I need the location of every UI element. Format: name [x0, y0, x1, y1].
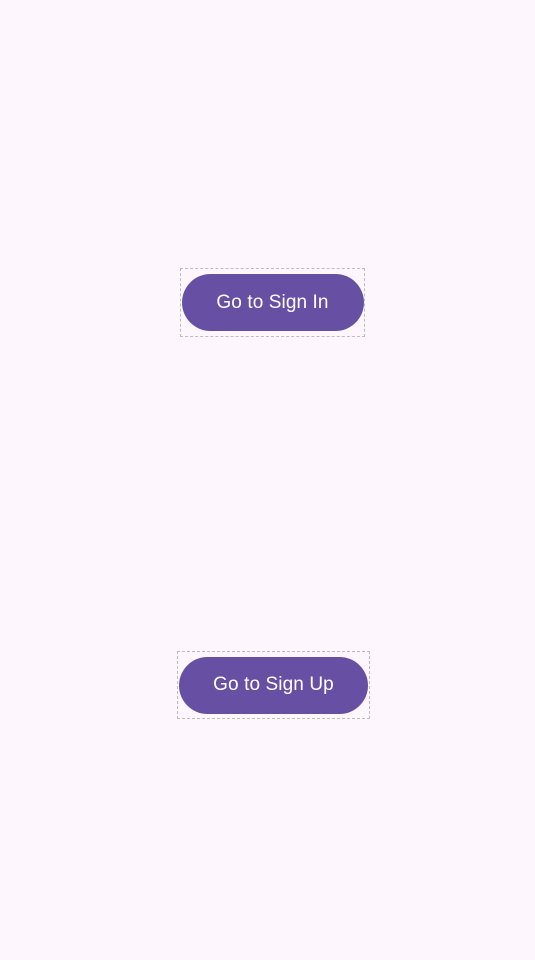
- sign-up-button-frame: Go to Sign Up: [177, 651, 370, 719]
- go-to-sign-in-button[interactable]: Go to Sign In: [181, 274, 364, 331]
- sign-in-button-frame: Go to Sign In: [180, 268, 365, 337]
- go-to-sign-up-button[interactable]: Go to Sign Up: [179, 656, 368, 714]
